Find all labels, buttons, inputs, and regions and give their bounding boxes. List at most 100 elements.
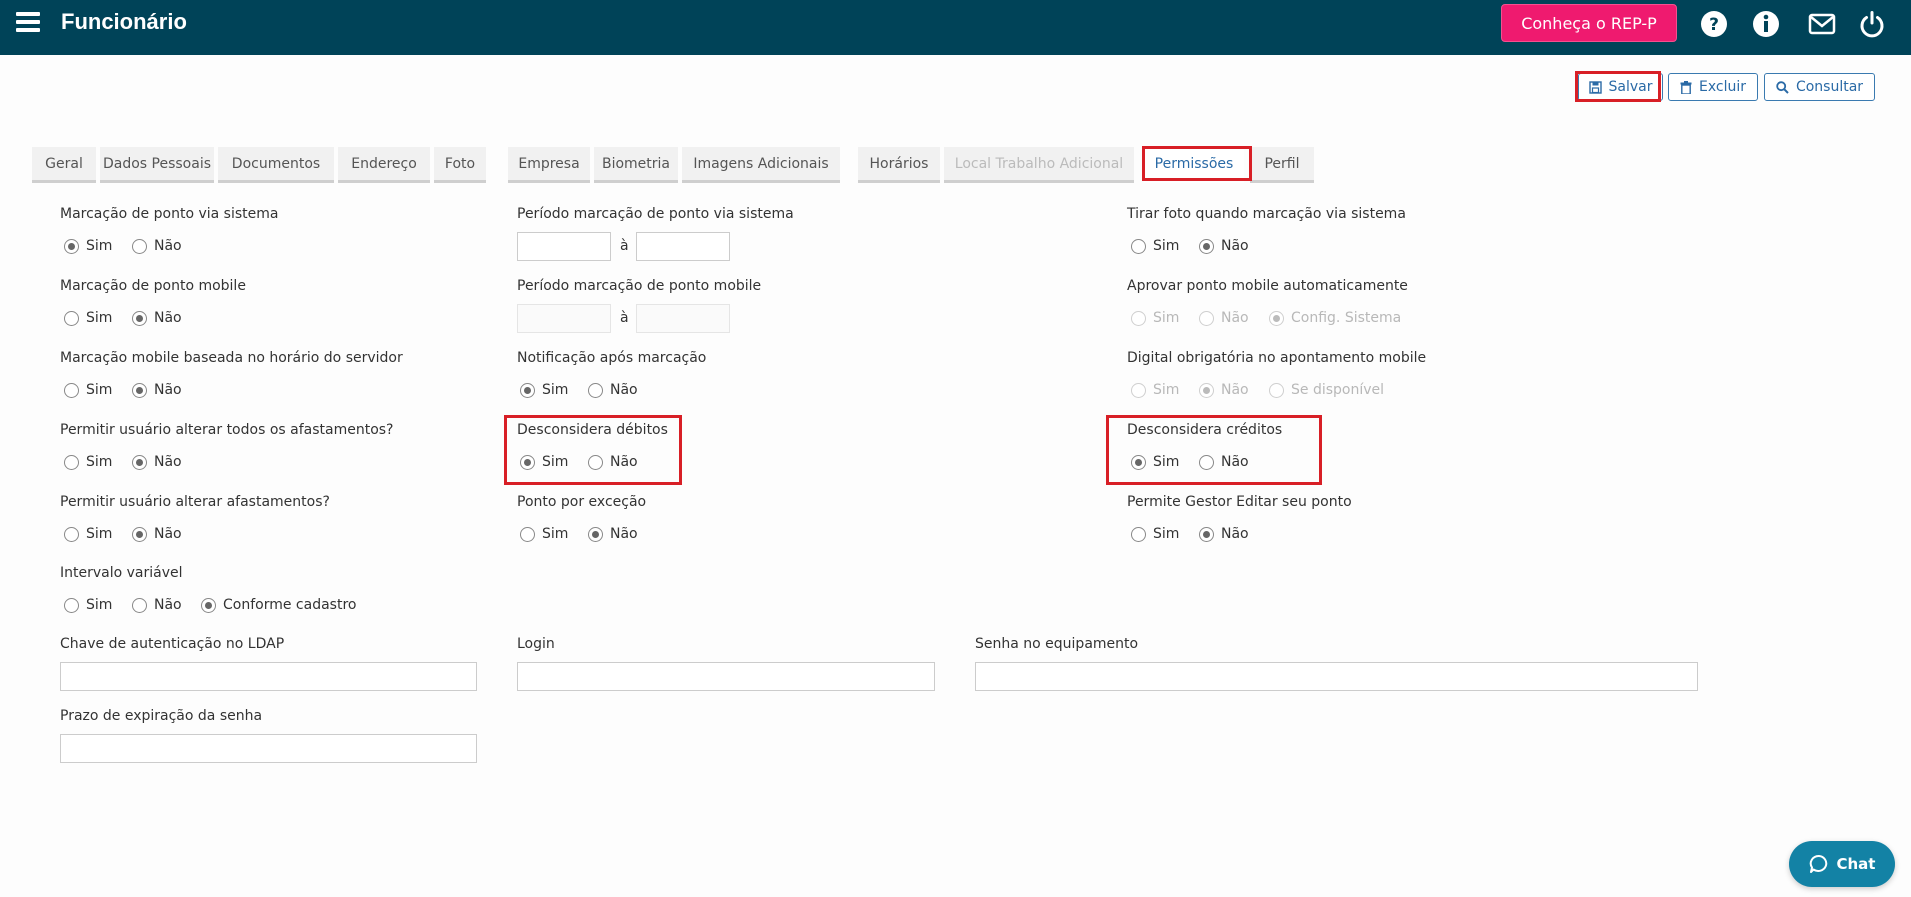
periodo-sistema-from-input[interactable] xyxy=(517,232,611,261)
option-label: Não xyxy=(154,526,182,542)
intervalo-variavel-nao[interactable]: Não xyxy=(132,597,182,613)
tab-local-trabalho-adicional: Local Trabalho Adicional xyxy=(944,147,1134,183)
option-label: Não xyxy=(1221,526,1249,542)
option-label: Se disponível xyxy=(1291,382,1385,398)
chat-bubble-icon xyxy=(1809,854,1827,873)
tab-endereco[interactable]: Endereço xyxy=(338,147,430,183)
tab-permissoes[interactable]: Permissões xyxy=(1144,147,1244,183)
desconsidera-creditos-sim[interactable]: Sim xyxy=(1131,454,1179,470)
menu-icon[interactable] xyxy=(16,12,40,34)
notificacao-sim[interactable]: Sim xyxy=(520,382,568,398)
gestor-editar-sim[interactable]: Sim xyxy=(1131,526,1179,542)
radio-checked-icon xyxy=(132,526,147,542)
alterar-afastamentos-nao[interactable]: Não xyxy=(132,526,182,542)
periodo-mobile-label: Período marcação de ponto mobile xyxy=(517,278,762,294)
info-icon[interactable] xyxy=(1752,10,1780,38)
search-button-label: Consultar xyxy=(1795,79,1864,95)
desconsidera-debitos-label: Desconsidera débitos xyxy=(517,422,668,438)
radio-checked-icon xyxy=(1131,454,1146,470)
tirar-foto-nao[interactable]: Não xyxy=(1199,238,1249,254)
chat-button[interactable]: Chat xyxy=(1789,841,1895,887)
digital-obrigatoria-label: Digital obrigatória no apontamento mobil… xyxy=(1127,350,1427,366)
tab-documentos[interactable]: Documentos xyxy=(218,147,334,183)
marcacao-sistema-nao[interactable]: Não xyxy=(132,238,182,254)
option-label: Conforme cadastro xyxy=(223,597,357,613)
option-label: Sim xyxy=(1153,238,1180,254)
mobile-horario-servidor-label: Marcação mobile baseada no horário do se… xyxy=(60,350,403,366)
tab-biometria[interactable]: Biometria xyxy=(594,147,678,183)
search-icon xyxy=(1776,80,1789,94)
option-label: Sim xyxy=(86,238,113,254)
desconsidera-creditos-nao[interactable]: Não xyxy=(1199,454,1249,470)
radio-icon xyxy=(64,454,79,470)
notificacao-nao[interactable]: Não xyxy=(588,382,638,398)
intervalo-variavel-label: Intervalo variável xyxy=(60,565,183,581)
marcacao-mobile-nao[interactable]: Não xyxy=(132,310,182,326)
option-label: Sim xyxy=(542,382,569,398)
mobile-horario-servidor-nao[interactable]: Não xyxy=(132,382,182,398)
periodo-sistema-label: Período marcação de ponto via sistema xyxy=(517,206,794,222)
option-label: Não xyxy=(154,310,182,326)
rep-p-button[interactable]: Conheça o REP-P xyxy=(1501,4,1677,42)
intervalo-variavel-conforme-cadastro[interactable]: Conforme cadastro xyxy=(201,597,356,613)
digital-obrigatoria-se-disponivel: Se disponível xyxy=(1269,382,1384,398)
alterar-todos-afastamentos-sim[interactable]: Sim xyxy=(64,454,112,470)
tirar-foto-label: Tirar foto quando marcação via sistema xyxy=(1127,206,1406,222)
option-label: Não xyxy=(610,382,638,398)
search-button[interactable]: Consultar xyxy=(1764,73,1875,101)
radio-icon xyxy=(64,597,79,613)
save-button[interactable]: Salvar xyxy=(1578,73,1663,101)
option-label: Não xyxy=(1221,310,1249,326)
aprovar-mobile-config-sistema: Config. Sistema xyxy=(1269,310,1401,326)
mobile-horario-servidor-sim[interactable]: Sim xyxy=(64,382,112,398)
delete-button-label: Excluir xyxy=(1699,79,1746,95)
delete-button[interactable]: Excluir xyxy=(1668,73,1758,101)
periodo-mobile-separator: à xyxy=(620,310,629,326)
radio-checked-icon xyxy=(132,310,147,326)
desconsidera-debitos-sim[interactable]: Sim xyxy=(520,454,568,470)
chave-ldap-input[interactable] xyxy=(60,662,477,691)
periodo-mobile-from-input[interactable] xyxy=(517,304,611,333)
tab-dados-pessoais[interactable]: Dados Pessoais xyxy=(100,147,214,183)
tab-empresa[interactable]: Empresa xyxy=(508,147,590,183)
tab-imagens-adicionais[interactable]: Imagens Adicionais xyxy=(682,147,840,183)
intervalo-variavel-sim[interactable]: Sim xyxy=(64,597,112,613)
option-label: Não xyxy=(154,382,182,398)
trash-icon xyxy=(1680,80,1692,94)
prazo-expiracao-input[interactable] xyxy=(60,734,477,763)
radio-icon xyxy=(1199,454,1214,470)
desconsidera-creditos-label: Desconsidera créditos xyxy=(1127,422,1283,438)
alterar-afastamentos-sim[interactable]: Sim xyxy=(64,526,112,542)
periodo-sistema-to-input[interactable] xyxy=(636,232,730,261)
help-icon[interactable]: ? xyxy=(1700,10,1728,38)
marcacao-mobile-label: Marcação de ponto mobile xyxy=(60,278,246,294)
tab-horarios[interactable]: Horários xyxy=(858,147,940,183)
radio-icon xyxy=(64,310,79,326)
marcacao-mobile-sim[interactable]: Sim xyxy=(64,310,112,326)
tab-geral[interactable]: Geral xyxy=(32,147,96,183)
gestor-editar-nao[interactable]: Não xyxy=(1199,526,1249,542)
login-input[interactable] xyxy=(517,662,935,691)
senha-equipamento-input[interactable] xyxy=(975,662,1698,691)
marcacao-sistema-sim[interactable]: Sim xyxy=(64,238,112,254)
marcacao-sistema-label: Marcação de ponto via sistema xyxy=(60,206,279,222)
alterar-todos-afastamentos-nao[interactable]: Não xyxy=(132,454,182,470)
save-button-label: Salvar xyxy=(1608,79,1653,95)
power-icon[interactable] xyxy=(1858,10,1886,38)
tab-perfil[interactable]: Perfil xyxy=(1250,147,1314,183)
ponto-excecao-sim[interactable]: Sim xyxy=(520,526,568,542)
option-label: Não xyxy=(1221,382,1249,398)
option-label: Sim xyxy=(1153,310,1180,326)
tirar-foto-sim[interactable]: Sim xyxy=(1131,238,1179,254)
tab-foto[interactable]: Foto xyxy=(434,147,486,183)
alterar-afastamentos-label: Permitir usuário alterar afastamentos? xyxy=(60,494,330,510)
periodo-mobile-to-input[interactable] xyxy=(636,304,730,333)
radio-icon xyxy=(132,597,147,613)
mail-icon[interactable] xyxy=(1808,10,1836,38)
radio-icon xyxy=(1131,310,1146,326)
ponto-excecao-nao[interactable]: Não xyxy=(588,526,638,542)
desconsidera-debitos-nao[interactable]: Não xyxy=(588,454,638,470)
page-title: Funcionário xyxy=(61,9,187,34)
svg-text:?: ? xyxy=(1709,15,1719,35)
aprovar-mobile-nao: Não xyxy=(1199,310,1249,326)
